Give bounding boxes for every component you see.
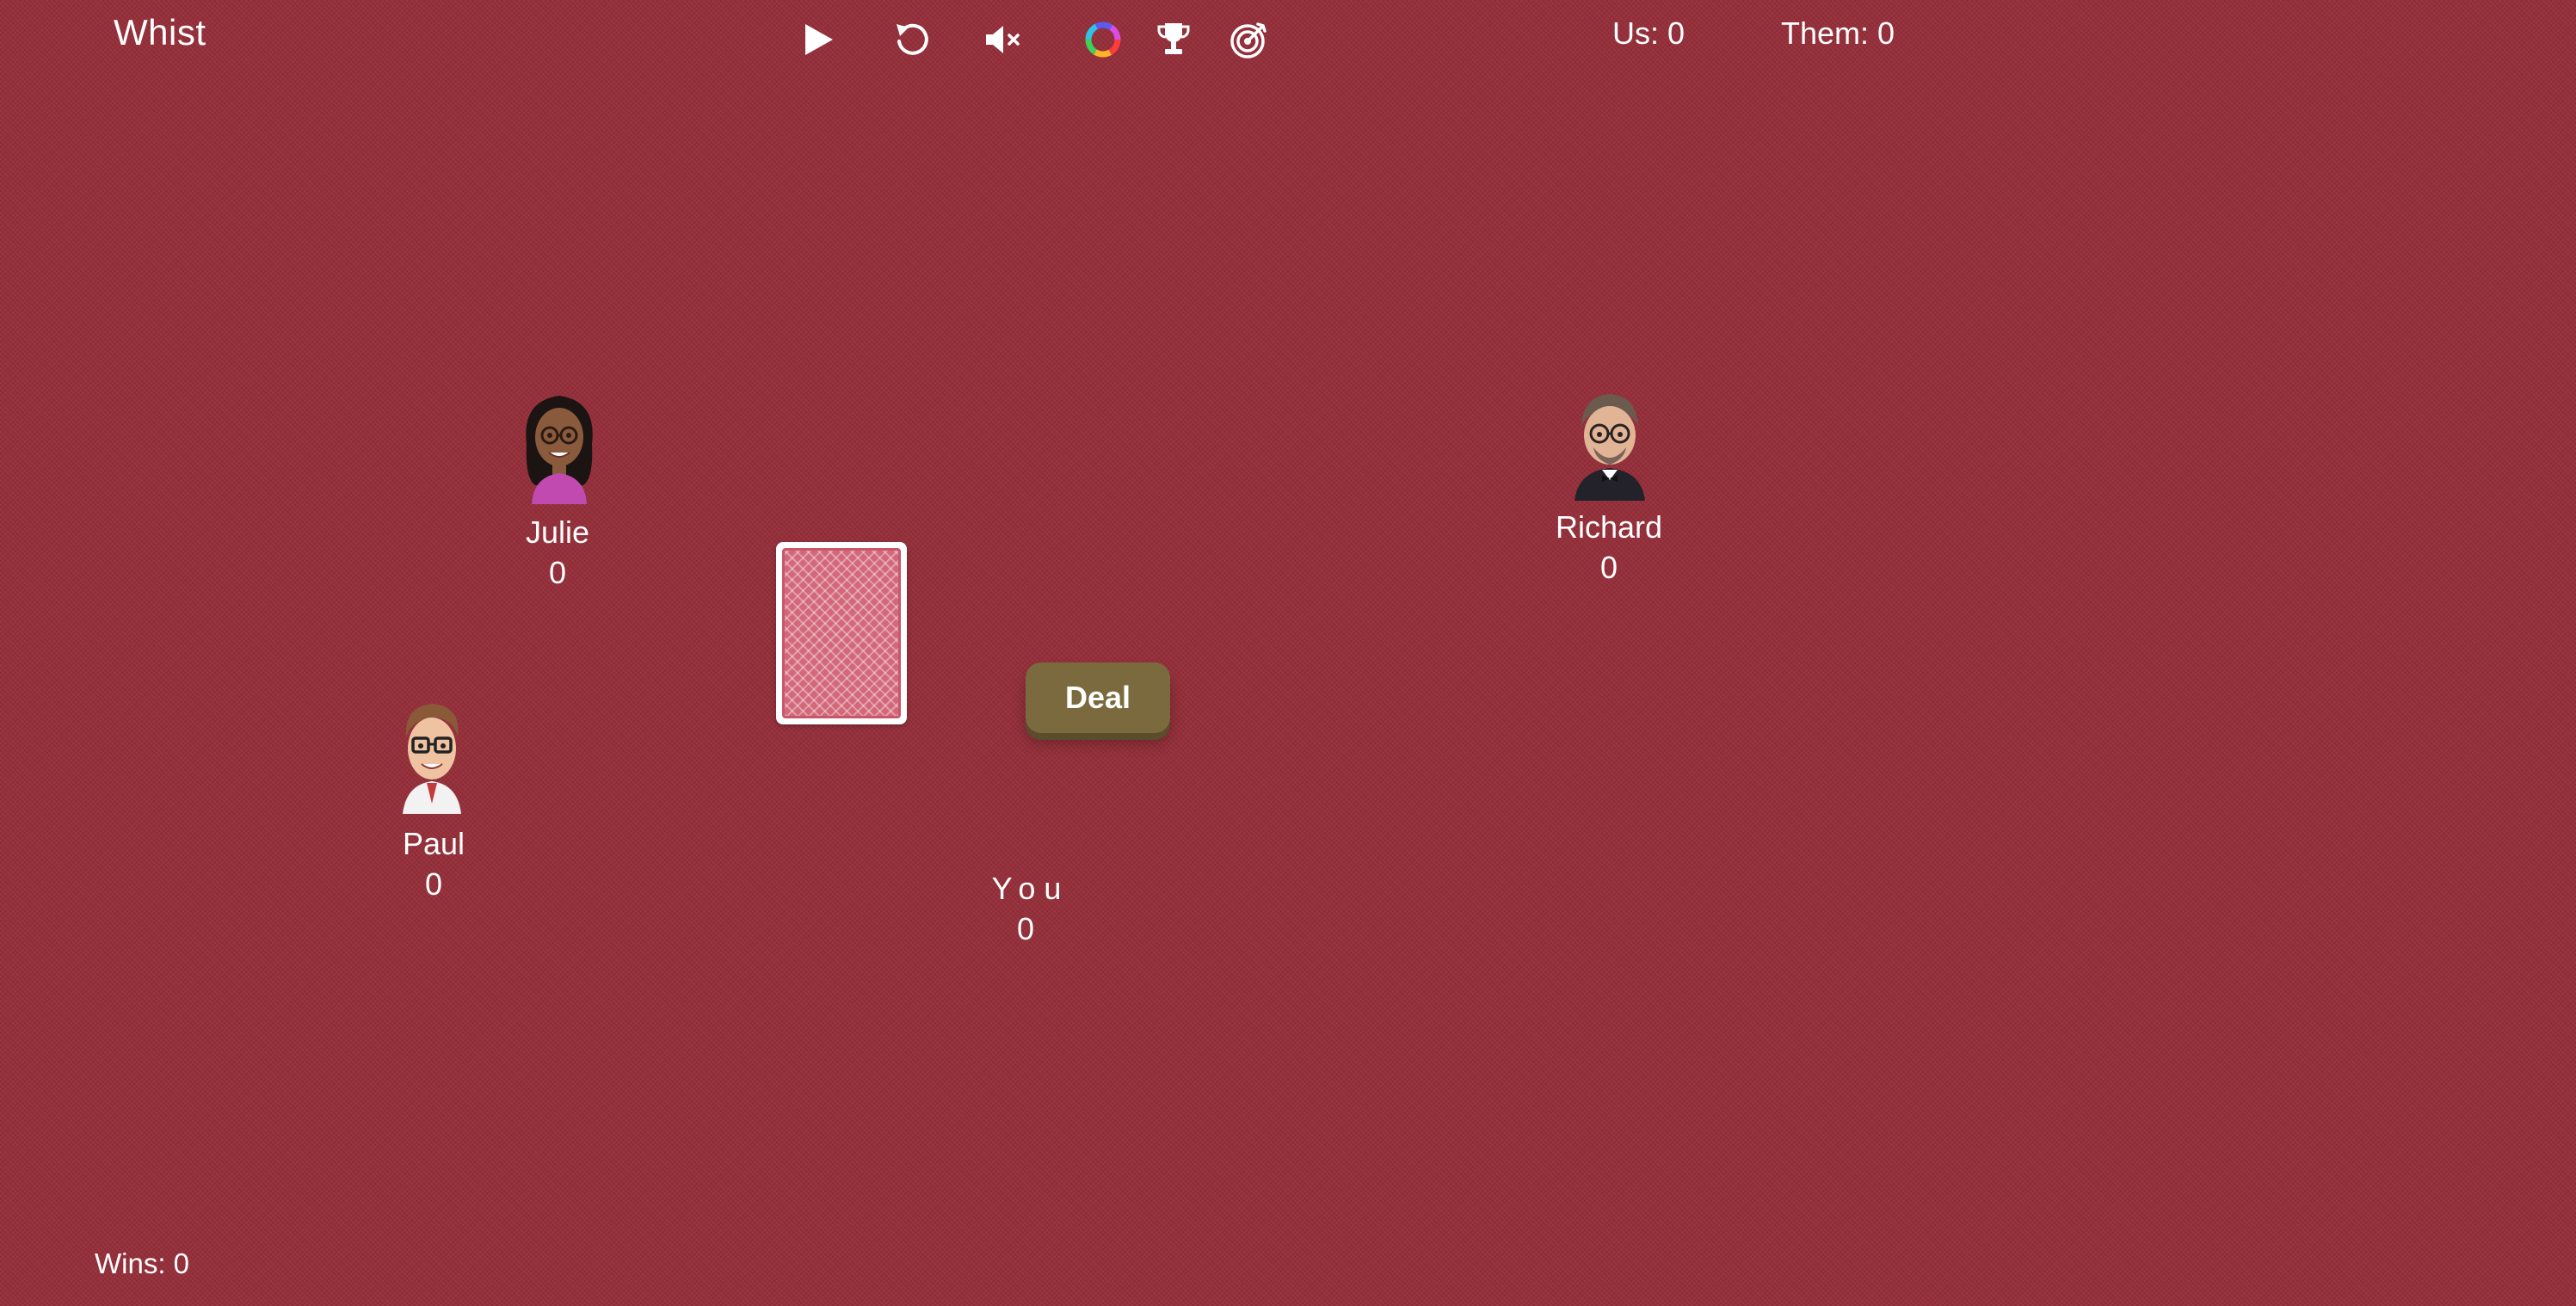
color-wheel-icon[interactable] xyxy=(1079,15,1127,64)
paul-name: Paul xyxy=(402,826,465,861)
you-score: 0 xyxy=(1016,911,1035,946)
card-back-pattern xyxy=(782,548,901,718)
richard-score: 0 xyxy=(1599,550,1618,585)
us-score: Us: 0 xyxy=(1612,15,1685,51)
play-icon[interactable] xyxy=(793,15,841,64)
paul-avatar xyxy=(391,697,473,814)
them-score: Them: 0 xyxy=(1781,15,1895,51)
wins-counter: Wins: 0 xyxy=(95,1247,190,1279)
paul-score: 0 xyxy=(424,866,443,902)
trophy-icon[interactable] xyxy=(1149,15,1198,64)
richard-avatar xyxy=(1564,385,1655,501)
julie-avatar xyxy=(515,384,604,504)
julie-score: 0 xyxy=(548,555,567,590)
app-title: Whist xyxy=(114,12,206,52)
restart-icon[interactable] xyxy=(888,15,936,64)
julie-name: Julie xyxy=(525,514,590,550)
target-icon[interactable] xyxy=(1225,15,1273,64)
richard-name: Richard xyxy=(1555,509,1663,545)
you-name: You xyxy=(991,871,1070,906)
deal-button[interactable]: Deal xyxy=(1026,662,1170,733)
card-deck[interactable] xyxy=(776,542,907,724)
sound-muted-icon[interactable] xyxy=(979,15,1027,64)
